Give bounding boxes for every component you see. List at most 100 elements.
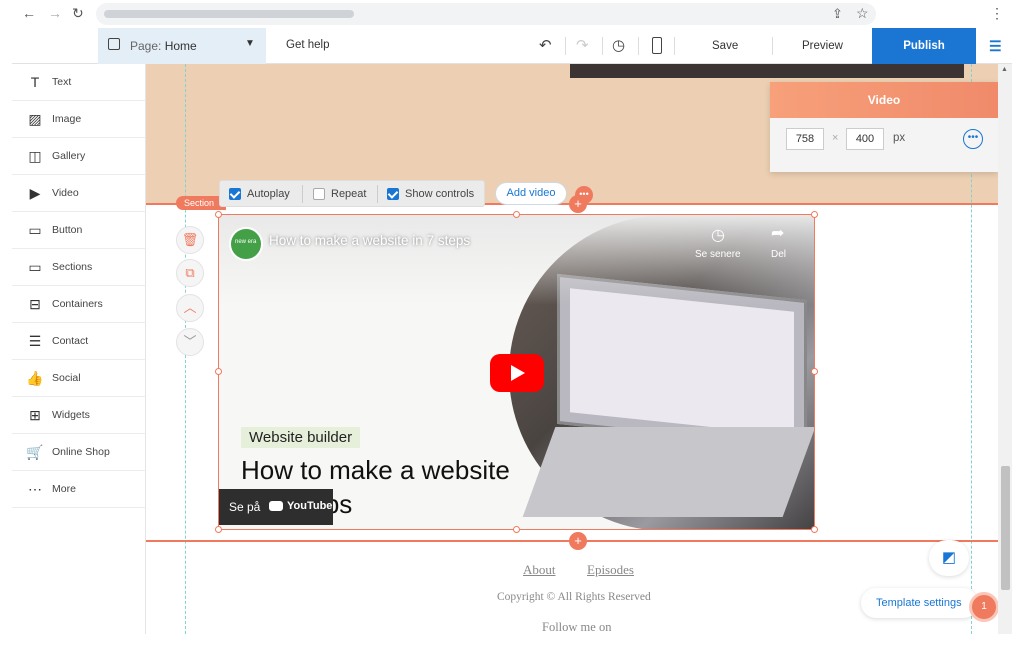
- channel-avatar-text: new era: [235, 239, 257, 245]
- browser-menu-icon[interactable]: ⋮: [990, 5, 1004, 22]
- share-icon[interactable]: ⇪: [832, 6, 843, 22]
- sidebar-item-label: Button: [52, 224, 83, 236]
- video-icon: ▶: [29, 185, 41, 201]
- divider: [674, 37, 675, 55]
- resize-handle[interactable]: [215, 211, 222, 218]
- channel-avatar[interactable]: new era: [229, 227, 263, 261]
- back-icon[interactable]: ←: [22, 5, 36, 21]
- show-controls-checkbox[interactable]: [387, 188, 399, 200]
- duplicate-icon[interactable]: ⧉: [176, 259, 204, 287]
- save-button[interactable]: Save: [712, 40, 738, 52]
- share-label[interactable]: Del: [771, 249, 786, 260]
- forward-icon[interactable]: →: [48, 5, 62, 21]
- add-section-icon[interactable]: +: [569, 195, 587, 213]
- share-arrow-icon[interactable]: ➦: [771, 223, 784, 243]
- undo-icon[interactable]: ↶: [539, 36, 552, 54]
- video-badge: Website builder: [241, 427, 361, 448]
- reload-icon[interactable]: ↻: [72, 5, 84, 22]
- mobile-view-icon[interactable]: [652, 37, 662, 54]
- get-help-link[interactable]: Get help: [286, 39, 329, 51]
- sidebar-item-more[interactable]: ⋯ More: [12, 471, 146, 508]
- social-icon: 👍: [26, 370, 44, 386]
- sidebar-item-label: Text: [52, 76, 72, 88]
- template-settings-button[interactable]: Template settings: [861, 588, 978, 618]
- section-image[interactable]: [570, 64, 964, 78]
- divider: [565, 37, 566, 55]
- sidebar-item-label: Contact: [52, 335, 89, 347]
- star-icon[interactable]: ☆: [856, 5, 869, 22]
- move-up-icon[interactable]: ︿: [176, 294, 204, 322]
- history-icon[interactable]: ◷: [612, 36, 625, 54]
- preview-button[interactable]: Preview: [802, 40, 843, 52]
- contact-icon: ☰: [28, 333, 42, 349]
- divider: [638, 37, 639, 55]
- address-bar[interactable]: ⇪ ☆: [96, 3, 876, 25]
- video-title[interactable]: How to make a website in 7 steps: [269, 233, 470, 248]
- video-height-input[interactable]: 400: [846, 128, 884, 150]
- sidebar-item-image[interactable]: ▨ Image: [12, 101, 146, 138]
- publish-button[interactable]: Publish: [872, 28, 976, 64]
- video-settings-panel: Video 758 × 400 px •••: [770, 82, 998, 172]
- autoplay-checkbox[interactable]: [229, 188, 241, 200]
- delete-icon[interactable]: 🗑: [176, 226, 204, 254]
- resize-handle[interactable]: [513, 526, 520, 533]
- browser-toolbar: ← → ↻ ⇪ ☆ ⋮: [0, 0, 1024, 28]
- more-options-icon[interactable]: •••: [963, 129, 983, 149]
- more-icon: ⋯: [28, 481, 42, 497]
- footer-about-link[interactable]: About: [523, 562, 556, 578]
- repeat-checkbox[interactable]: [313, 188, 325, 200]
- sidebar-item-sections[interactable]: ▭ Sections: [12, 249, 146, 286]
- design-icon[interactable]: ◩: [929, 540, 969, 576]
- autoplay-label[interactable]: Autoplay: [247, 188, 290, 200]
- resize-handle[interactable]: [811, 368, 818, 375]
- add-section-icon[interactable]: +: [569, 532, 587, 550]
- scroll-up-icon[interactable]: ▲: [1001, 66, 1008, 73]
- divider: [772, 37, 773, 55]
- divider: [377, 185, 378, 203]
- play-icon: [511, 365, 525, 381]
- sidebar-item-contact[interactable]: ☰ Contact: [12, 323, 146, 360]
- sidebar-item-label: Social: [52, 372, 81, 384]
- widgets-icon: ⊞: [29, 407, 41, 423]
- add-video-button[interactable]: Add video: [495, 182, 567, 205]
- menu-icon[interactable]: ☰: [989, 38, 1002, 55]
- resize-handle[interactable]: [215, 368, 222, 375]
- resize-handle[interactable]: [513, 211, 520, 218]
- video-width-input[interactable]: 758: [786, 128, 824, 150]
- page-selector[interactable]: Page: Home ▼: [98, 28, 266, 64]
- repeat-label[interactable]: Repeat: [331, 188, 366, 200]
- watch-later-label[interactable]: Se senere: [695, 249, 741, 260]
- elements-sidebar: T Text ▨ Image ◫ Gallery ▶ Video ▭ Button ▭ Section…: [12, 64, 146, 634]
- image-icon: ▨: [28, 111, 42, 127]
- resize-handle[interactable]: [811, 211, 818, 218]
- youtube-logo-icon: [269, 501, 283, 511]
- sidebar-item-label: Image: [52, 113, 82, 125]
- copyright-text: Copyright © All Rights Reserved: [497, 591, 651, 603]
- redo-icon[interactable]: ↷: [576, 36, 589, 54]
- clock-icon[interactable]: ◷: [711, 225, 725, 245]
- sidebar-item-online-shop[interactable]: 🛒 Online Shop: [12, 434, 146, 471]
- move-down-icon[interactable]: ﹀: [176, 328, 204, 356]
- divider: [302, 185, 303, 203]
- sidebar-item-widgets[interactable]: ⊞ Widgets: [12, 397, 146, 434]
- resize-handle[interactable]: [215, 526, 222, 533]
- sidebar-item-button[interactable]: ▭ Button: [12, 212, 146, 249]
- show-controls-label[interactable]: Show controls: [405, 188, 474, 200]
- footer-episodes-link[interactable]: Episodes: [587, 562, 634, 578]
- sidebar-item-video[interactable]: ▶ Video: [12, 175, 146, 212]
- scrollbar-thumb[interactable]: [1001, 466, 1010, 590]
- keyboard-image: [522, 427, 814, 517]
- sidebar-item-social[interactable]: 👍 Social: [12, 360, 146, 397]
- resize-handle[interactable]: [811, 526, 818, 533]
- sidebar-item-label: Sections: [52, 261, 93, 273]
- sidebar-item-text[interactable]: T Text: [12, 64, 146, 101]
- video-element[interactable]: new era How to make a website in 7 steps…: [218, 214, 815, 530]
- play-button[interactable]: [490, 354, 544, 392]
- sidebar-item-gallery[interactable]: ◫ Gallery: [12, 138, 146, 175]
- watch-on-youtube-button[interactable]: Se på YouTube: [219, 489, 333, 525]
- sidebar-item-containers[interactable]: ⊟ Containers: [12, 286, 146, 323]
- pages-icon: [108, 38, 120, 50]
- sidebar-item-label: Video: [52, 187, 79, 199]
- dimension-separator: ×: [832, 132, 839, 144]
- containers-icon: ⊟: [29, 296, 41, 312]
